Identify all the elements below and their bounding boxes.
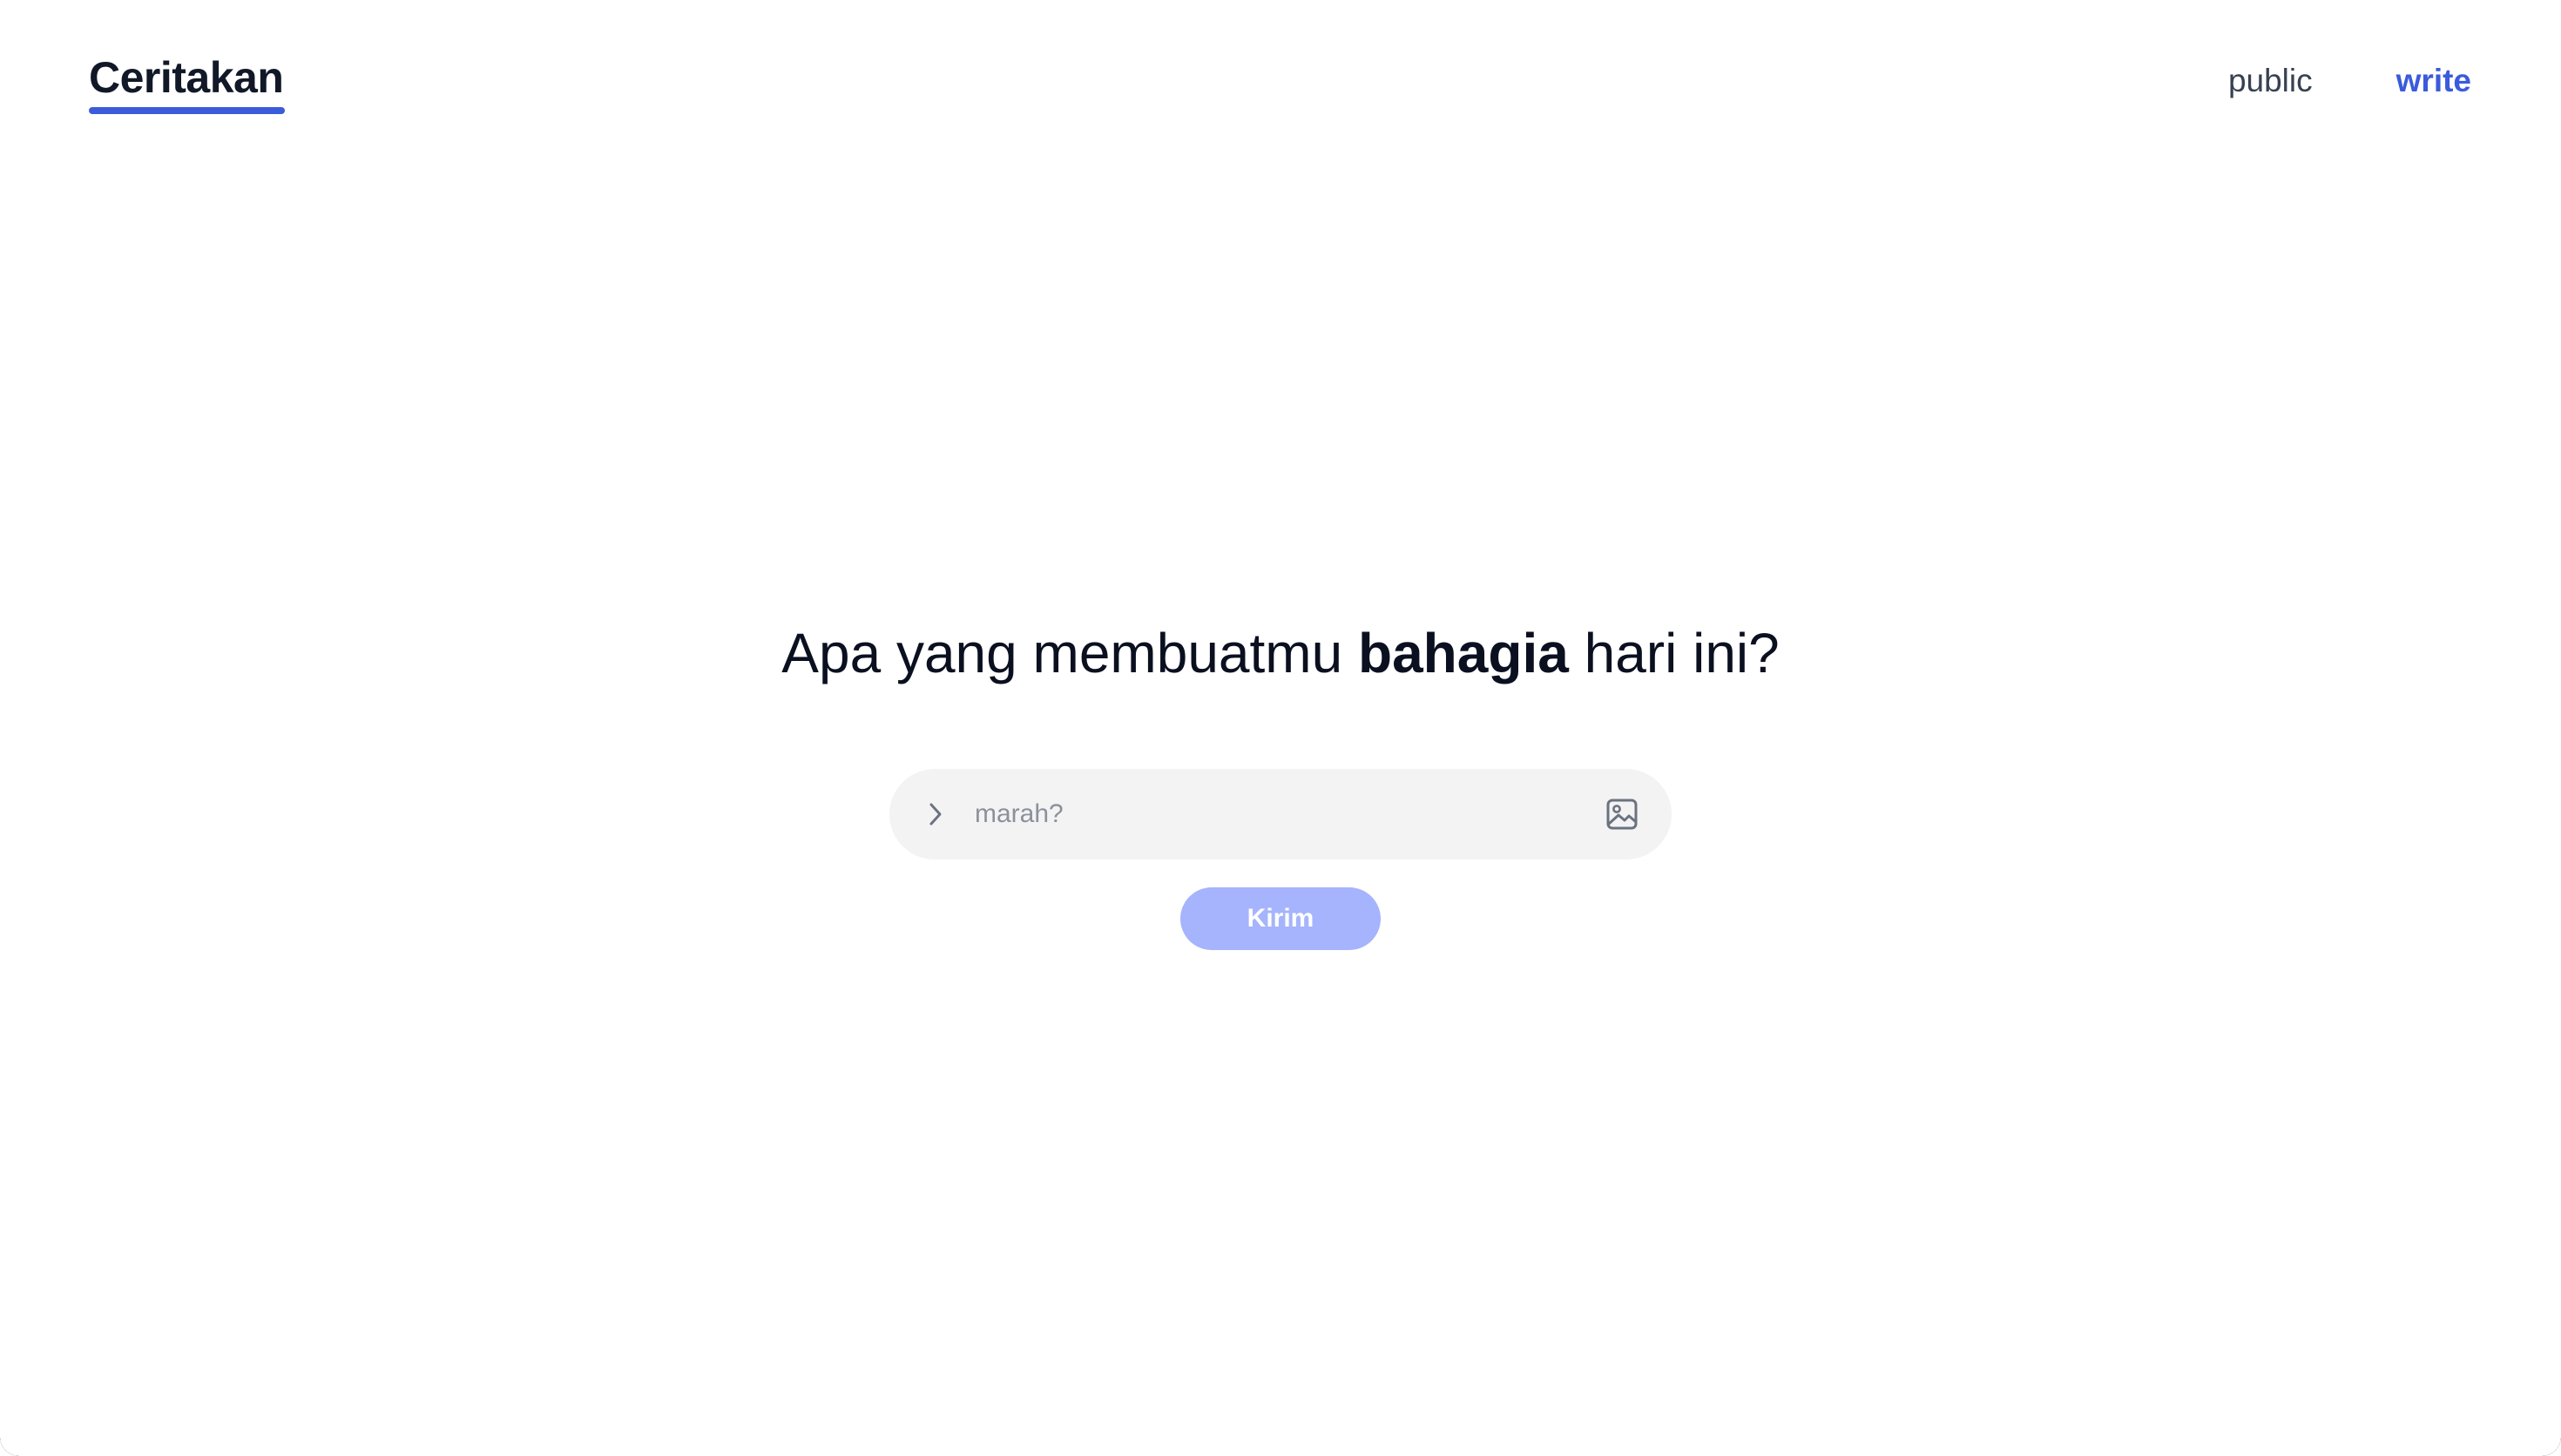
- headline-emphasis: bahagia: [1357, 622, 1569, 684]
- nav-link-public[interactable]: public: [2228, 61, 2313, 101]
- image-icon[interactable]: [1602, 794, 1642, 834]
- page-headline: Apa yang membuatmu bahagia hari ini?: [0, 618, 2561, 688]
- chevron-right-icon: [921, 799, 950, 829]
- story-input-container: [889, 769, 1672, 859]
- app-surface: Ceritakan public write Apa yang membuatm…: [0, 0, 2561, 1456]
- story-input[interactable]: [973, 787, 1602, 841]
- page: Ceritakan public write Apa yang membuatm…: [0, 0, 2561, 1456]
- brand-underline: [89, 107, 285, 114]
- top-nav: public write: [2228, 61, 2471, 101]
- submit-button[interactable]: Kirim: [1180, 887, 1381, 950]
- brand-logo-link[interactable]: Ceritakan: [89, 51, 284, 104]
- headline-text-end: hari ini?: [1568, 622, 1780, 684]
- headline-text-start: Apa yang membuatmu: [781, 622, 1358, 684]
- nav-link-write[interactable]: write: [2396, 61, 2471, 101]
